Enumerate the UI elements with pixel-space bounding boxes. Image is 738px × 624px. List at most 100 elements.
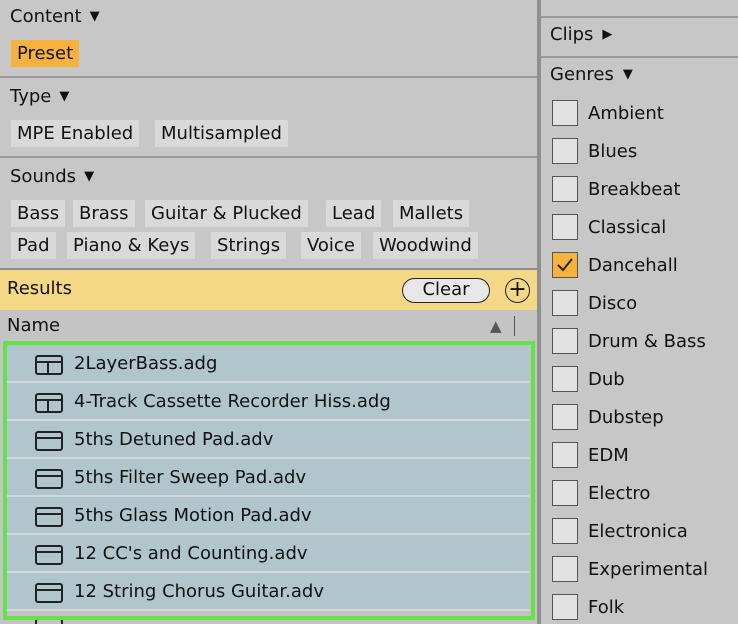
- file-name: 2LayerBass.adg: [74, 353, 218, 374]
- sounds-header[interactable]: Sounds ▼: [10, 165, 94, 189]
- genre-label: Electronica: [588, 520, 688, 542]
- content-title: Content: [10, 6, 82, 27]
- results-label: Results: [7, 278, 72, 299]
- list-item[interactable]: 12 String Chorus Guitar.adv: [7, 573, 529, 611]
- file-name: 5ths Glass Motion Pad.adv: [74, 505, 312, 526]
- tag-woodwind[interactable]: Woodwind: [373, 232, 478, 259]
- list-item[interactable]: 5ths Detuned Pad.adv: [7, 421, 529, 459]
- checkbox[interactable]: [552, 138, 578, 164]
- checkbox-checked[interactable]: [552, 252, 578, 278]
- genre-label: Folk: [588, 596, 625, 618]
- genre-drum-bass[interactable]: Drum & Bass: [552, 327, 706, 355]
- tag-strings[interactable]: Strings: [211, 232, 287, 259]
- tag-multisampled[interactable]: Multisampled: [155, 120, 288, 147]
- content-header[interactable]: Content ▼: [10, 5, 100, 29]
- clear-button[interactable]: Clear: [402, 278, 490, 303]
- tag-bass[interactable]: Bass: [11, 200, 66, 227]
- genre-label: Ambient: [588, 102, 664, 124]
- list-item[interactable]: [7, 616, 529, 624]
- list-item[interactable]: 5ths Glass Motion Pad.adv: [7, 497, 529, 535]
- genre-label: Drum & Bass: [588, 330, 706, 352]
- genre-ambient[interactable]: Ambient: [552, 99, 664, 127]
- checkbox[interactable]: [552, 442, 578, 468]
- tag-mallets[interactable]: Mallets: [393, 200, 470, 227]
- checkbox[interactable]: [552, 404, 578, 430]
- preset-icon: [35, 469, 63, 489]
- tag-voice[interactable]: Voice: [301, 232, 361, 259]
- checkbox[interactable]: [552, 594, 578, 620]
- checkbox[interactable]: [552, 328, 578, 354]
- file-name: 12 String Chorus Guitar.adv: [74, 581, 324, 602]
- genre-folk[interactable]: Folk: [552, 593, 624, 621]
- checkbox[interactable]: [552, 518, 578, 544]
- genre-dancehall[interactable]: Dancehall: [552, 251, 678, 279]
- checkbox[interactable]: [552, 556, 578, 582]
- genre-electronica[interactable]: Electronica: [552, 517, 688, 545]
- genre-experimental[interactable]: Experimental: [552, 555, 708, 583]
- genre-label: Dub: [588, 368, 625, 390]
- triangle-down-icon: ▼: [84, 169, 95, 184]
- genre-classical[interactable]: Classical: [552, 213, 666, 241]
- genre-label: Electro: [588, 482, 651, 504]
- checkbox[interactable]: [552, 290, 578, 316]
- genres-label: Genres: [550, 64, 614, 85]
- content-section: Content ▼ Preset: [0, 0, 537, 78]
- triangle-right-icon: ▶: [602, 27, 613, 42]
- checkmark-icon: [557, 258, 573, 272]
- checkbox[interactable]: [552, 100, 578, 126]
- preset-icon: [35, 618, 63, 624]
- genre-label: Dubstep: [588, 406, 664, 428]
- checkbox[interactable]: [552, 176, 578, 202]
- preset-icon: [35, 545, 63, 565]
- genre-label: Experimental: [588, 558, 709, 580]
- genre-dub[interactable]: Dub: [552, 365, 625, 393]
- genres-header[interactable]: Genres ▼: [550, 64, 633, 85]
- type-header[interactable]: Type ▼: [10, 85, 69, 109]
- file-name: 5ths Detuned Pad.adv: [74, 429, 274, 450]
- tag-guitar-plucked[interactable]: Guitar & Plucked: [145, 200, 308, 227]
- genre-label: Dancehall: [588, 254, 678, 276]
- triangle-down-icon: ▼: [89, 9, 100, 24]
- clips-label: Clips: [550, 24, 594, 45]
- name-column-header[interactable]: Name: [7, 315, 60, 336]
- list-item[interactable]: 12 CC's and Counting.adv: [7, 535, 529, 573]
- genre-dubstep[interactable]: Dubstep: [552, 403, 664, 431]
- genre-blues[interactable]: Blues: [552, 137, 637, 165]
- sounds-section: Sounds ▼ Bass Brass Guitar & Plucked Lea…: [0, 158, 537, 268]
- checkbox[interactable]: [552, 366, 578, 392]
- tag-brass[interactable]: Brass: [73, 200, 135, 227]
- genre-electro[interactable]: Electro: [552, 479, 650, 507]
- add-icon[interactable]: +: [505, 278, 530, 303]
- genre-label: Blues: [588, 140, 638, 162]
- tag-piano-keys[interactable]: Piano & Keys: [67, 232, 196, 259]
- genre-edm[interactable]: EDM: [552, 441, 629, 469]
- checkbox[interactable]: [552, 480, 578, 506]
- column-divider[interactable]: [514, 316, 515, 336]
- column-header: Name ▲: [0, 310, 537, 340]
- tag-pad[interactable]: Pad: [11, 232, 56, 259]
- preset-icon: [35, 431, 63, 451]
- results-bar: Results Clear +: [0, 268, 537, 310]
- file-name: 4-Track Cassette Recorder Hiss.adg: [74, 391, 391, 412]
- tag-lead[interactable]: Lead: [326, 200, 382, 227]
- sort-ascending-icon[interactable]: ▲: [490, 317, 502, 335]
- genre-label: Disco: [588, 292, 638, 314]
- devices-section-cut: [541, 0, 738, 18]
- type-title: Type: [10, 86, 52, 107]
- tag-mpe-enabled[interactable]: MPE Enabled: [11, 120, 140, 147]
- checkbox[interactable]: [552, 214, 578, 240]
- genre-label: Classical: [588, 216, 667, 238]
- preset-icon: [35, 583, 63, 603]
- tag-preset[interactable]: Preset: [11, 40, 80, 67]
- rack-icon: [35, 393, 63, 413]
- rack-icon: [35, 355, 63, 375]
- clips-section: Clips ▶: [541, 18, 738, 58]
- list-item[interactable]: 5ths Filter Sweep Pad.adv: [7, 459, 529, 497]
- list-item[interactable]: 4-Track Cassette Recorder Hiss.adg: [7, 383, 529, 421]
- genre-breakbeat[interactable]: Breakbeat: [552, 175, 680, 203]
- genre-disco[interactable]: Disco: [552, 289, 637, 317]
- clips-header[interactable]: Clips ▶: [550, 24, 612, 45]
- file-name: 12 CC's and Counting.adv: [74, 543, 308, 564]
- sidebar-panel: Clips ▶ Genres ▼ Ambient Blues Breakbeat…: [541, 0, 738, 624]
- list-item[interactable]: 2LayerBass.adg: [7, 345, 529, 383]
